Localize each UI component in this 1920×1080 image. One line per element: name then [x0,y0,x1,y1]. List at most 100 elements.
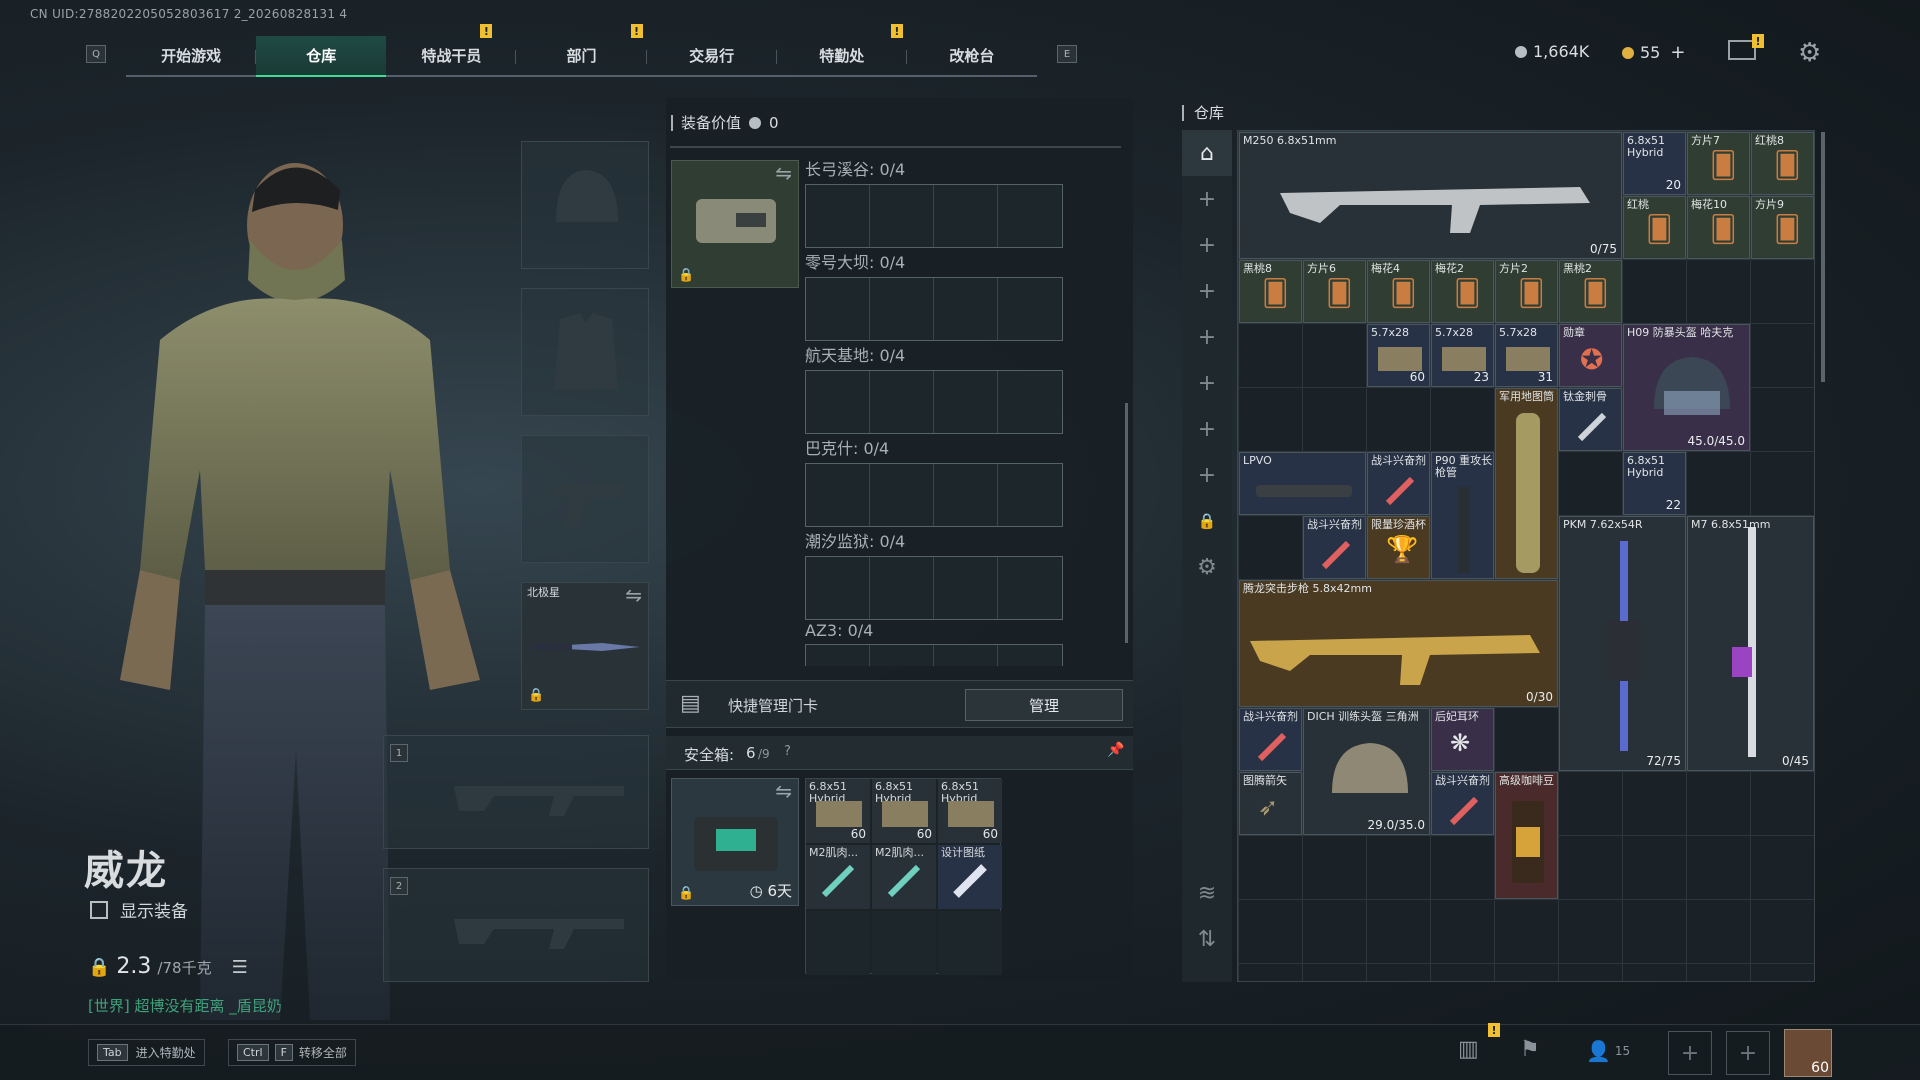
safe-item[interactable]: M2肌肉... [872,845,936,909]
invite-slot-button[interactable]: + [1668,1031,1712,1075]
item-card[interactable]: 黑桃8 🂠 [1239,260,1302,323]
keycard-map-list[interactable]: 长弓溪谷: 0/4 零号大坝: 0/4 航天基地: 0/4 巴克什: 0/4 潮… [805,156,1115,666]
item-arrow[interactable]: 图腾箭矢 ➶ [1239,772,1302,835]
tab-gunsmith[interactable]: 改枪台 [907,36,1037,75]
tab-start-game[interactable]: 开始游戏 [126,36,257,75]
item-card[interactable]: 方片6 🂠 [1303,260,1366,323]
item-stim[interactable]: 战斗兴奋剂 [1431,772,1494,835]
item-stim[interactable]: 战斗兴奋剂 [1367,452,1430,515]
keycard-slots[interactable] [805,184,1063,248]
warehouse-grid[interactable]: M250 6.8x51mm 0/75 6.8x51 Hybrid 20 方片7 🂠… [1237,130,1815,982]
pin-icon[interactable]: 📌 [1107,742,1124,758]
item-card[interactable]: 红桃8 🂠 [1751,132,1814,195]
armor-slot[interactable] [521,288,649,416]
player-avatar[interactable]: 60 [1784,1029,1832,1077]
weapon-slot-1[interactable]: 1 [383,735,649,849]
item-wine-cup[interactable]: 限量珍酒杯 🏆 [1367,516,1430,579]
item-stim[interactable]: 战斗兴奋剂 [1303,516,1366,579]
stats-chart-icon[interactable]: ▥ [1458,1037,1479,1062]
safe-item[interactable]: 设计图纸 [938,845,1002,909]
show-gear-checkbox[interactable] [90,900,108,919]
keycard-slots[interactable] [805,277,1063,341]
item-medal[interactable]: 勋章 ✪ [1559,324,1622,387]
item-card[interactable]: 红桃 🂠 [1623,196,1686,259]
keycard-holder-slot[interactable]: ⇋ 🔒 [671,160,799,288]
mail-icon[interactable]: ! [1728,34,1764,60]
safe-item[interactable]: 6.8x51 Hybrid 60 [938,779,1002,843]
item-ammo[interactable]: 5.7x28 31 [1495,324,1558,387]
list-icon[interactable]: ☰ [232,957,248,978]
item-card[interactable]: 梅花2 🂠 [1431,260,1494,323]
item-ti-tool[interactable]: 钛金刺骨 [1559,388,1622,451]
tab-operators[interactable]: ! 特战干员 [386,24,517,75]
settings-gear-icon[interactable]: ⚙ [1182,544,1232,590]
item-ammo[interactable]: 5.7x28 60 [1367,324,1430,387]
item-earring[interactable]: 后妃耳环 ❋ [1431,708,1494,771]
layers-icon[interactable]: ≋ [1182,870,1232,916]
warehouse-scrollbar[interactable] [1821,132,1825,382]
item-helmet-h09[interactable]: H09 防暴头盔 哈夫克 45.0/45.0 [1623,324,1750,451]
item-card[interactable]: 梅花10 🂠 [1687,196,1750,259]
safe-item[interactable]: 6.8x51 Hybrid 60 [806,779,870,843]
helmet-slot[interactable] [521,141,649,269]
keycard-slots[interactable] [805,556,1063,620]
empty-cell[interactable] [872,911,936,975]
pistol-slot[interactable] [521,435,649,563]
keycard-slots[interactable] [805,644,1063,666]
tab-trade[interactable]: 交易行 [647,36,777,75]
item-m250[interactable]: M250 6.8x51mm 0/75 [1239,132,1622,259]
tab-department[interactable]: ! 部门 [516,24,647,75]
swap-icon[interactable]: ⇋ [775,161,792,185]
sort-icon[interactable]: ⇅ [1182,916,1232,962]
warehouse-home-icon[interactable]: ⌂ [1182,130,1232,176]
item-stim[interactable]: 战斗兴奋剂 [1239,708,1302,771]
item-card[interactable]: 方片9 🂠 [1751,196,1814,259]
item-tenglong[interactable]: 腾龙突击步枪 5.8x42mm 0/30 [1239,580,1558,707]
empty-cell[interactable] [938,911,1002,975]
safe-box-grid[interactable]: 6.8x51 Hybrid 60 6.8x51 Hybrid 60 6.8x51… [805,778,1002,975]
keycard-scrollbar[interactable] [1125,403,1128,643]
settings-gear-icon[interactable]: ⚙ [1798,38,1821,68]
add-page-icon[interactable]: + [1182,406,1232,452]
item-coffee-beans[interactable]: 高级咖啡豆 [1495,772,1558,899]
item-lpvo[interactable]: LPVO [1239,452,1366,515]
item-card[interactable]: 方片7 🂠 [1687,132,1750,195]
keycard-slots[interactable] [805,370,1063,434]
add-page-icon[interactable]: + [1182,360,1232,406]
item-card[interactable]: 梅花4 🂠 [1367,260,1430,323]
item-ammo[interactable]: 6.8x51 Hybrid 22 [1623,452,1686,515]
transfer-all-hint[interactable]: Ctrl F 转移全部 [228,1039,356,1066]
safe-box-slot[interactable]: ⇋ 🔒 ◷ 6天 [671,778,799,906]
add-gold-button[interactable]: + [1670,42,1685,63]
item-dich-helmet[interactable]: DICH 训练头盔 三角洲 29.0/35.0 [1303,708,1430,835]
tab-warehouse[interactable]: 仓库 [256,36,387,77]
world-chat-message[interactable]: [世界] 超博没有距离 _盾昆奶 [88,995,282,1016]
manage-button[interactable]: 管理 [965,689,1123,721]
item-map-tube[interactable]: 军用地图筒 [1495,388,1558,579]
swap-icon[interactable]: ⇋ [625,583,642,607]
next-tab-key[interactable]: E [1057,45,1077,63]
item-card[interactable]: 黑桃2 🂠 [1559,260,1622,323]
keycard-slots[interactable] [805,463,1063,527]
weapon-slot-2[interactable]: 2 [383,868,649,982]
tab-special-ops[interactable]: ! 特勤处 [777,24,907,75]
friends-button[interactable]: 👤 15 [1586,1039,1630,1063]
prev-tab-key[interactable]: Q [86,45,106,63]
add-page-icon[interactable]: + [1182,452,1232,498]
add-page-icon[interactable]: + [1182,176,1232,222]
item-pkm[interactable]: PKM 7.62x54R 72/75 [1559,516,1686,771]
add-page-icon[interactable]: + [1182,314,1232,360]
enter-special-ops-hint[interactable]: Tab 进入特勤处 [88,1039,205,1066]
safe-item[interactable]: 6.8x51 Hybrid 60 [872,779,936,843]
item-ammo[interactable]: 6.8x51 Hybrid 20 [1623,132,1686,195]
item-p90-barrel[interactable]: P90 重攻长枪管 [1431,452,1494,579]
item-m7[interactable]: M7 6.8x51mm 0/45 [1687,516,1814,771]
help-icon[interactable]: ? [784,744,791,759]
invite-slot-button[interactable]: + [1726,1031,1770,1075]
item-ammo[interactable]: 5.7x28 23 [1431,324,1494,387]
show-gear-toggle[interactable]: 显示装备 [90,897,188,922]
swap-icon[interactable]: ⇋ [775,779,792,803]
item-card[interactable]: 方片2 🂠 [1495,260,1558,323]
safe-item[interactable]: M2肌肉... [806,845,870,909]
add-page-icon[interactable]: + [1182,268,1232,314]
